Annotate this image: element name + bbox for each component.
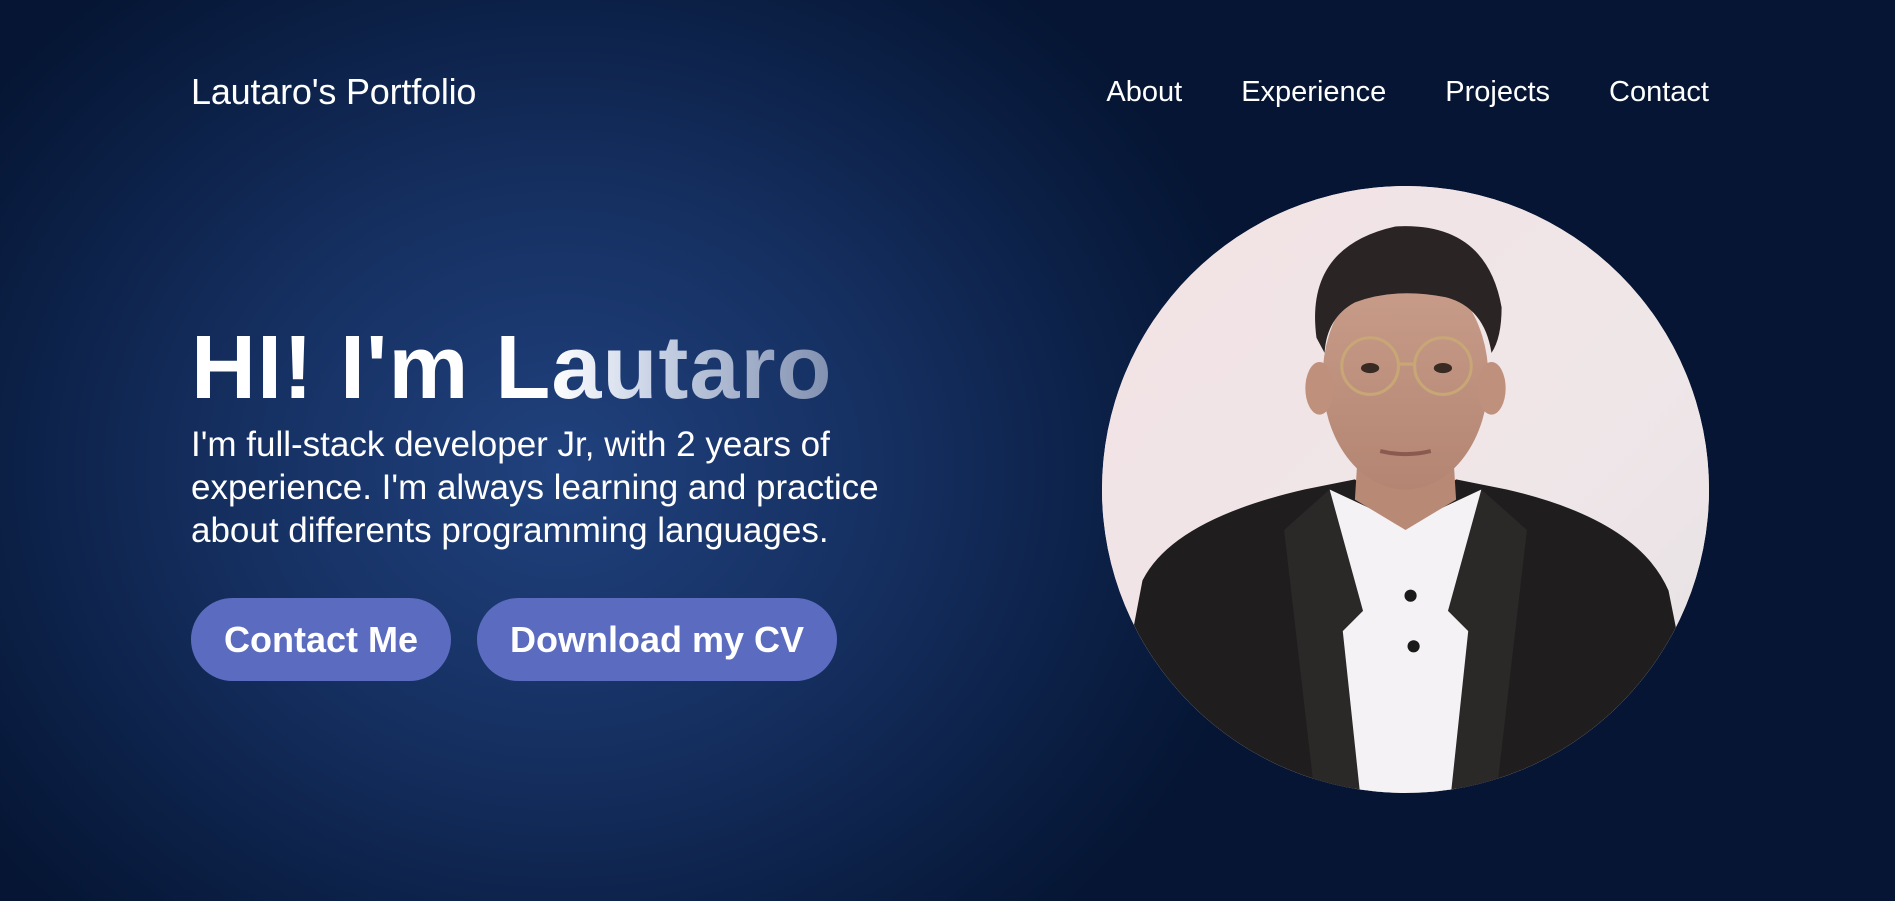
nav-link-about[interactable]: About	[1106, 74, 1182, 110]
main-nav: About Experience Projects Contact	[1106, 74, 1709, 110]
page: Lautaro's Portfolio About Experience Pro…	[0, 0, 1895, 901]
hero-title: HI! I'm Lautaro	[191, 318, 833, 418]
contact-me-button[interactable]: Contact Me	[191, 598, 452, 681]
nav-link-experience[interactable]: Experience	[1241, 74, 1386, 110]
profile-photo-illustration	[1102, 186, 1709, 793]
profile-photo	[1102, 186, 1709, 793]
download-cv-button[interactable]: Download my CV	[477, 598, 838, 681]
nav-link-projects[interactable]: Projects	[1445, 74, 1550, 110]
hero-description: I'm full-stack developer Jr, with 2 year…	[191, 425, 879, 550]
site-logo[interactable]: Lautaro's Portfolio	[191, 70, 476, 114]
nav-link-contact[interactable]: Contact	[1609, 74, 1709, 110]
hero-actions: Contact Me Download my CV	[191, 598, 838, 681]
